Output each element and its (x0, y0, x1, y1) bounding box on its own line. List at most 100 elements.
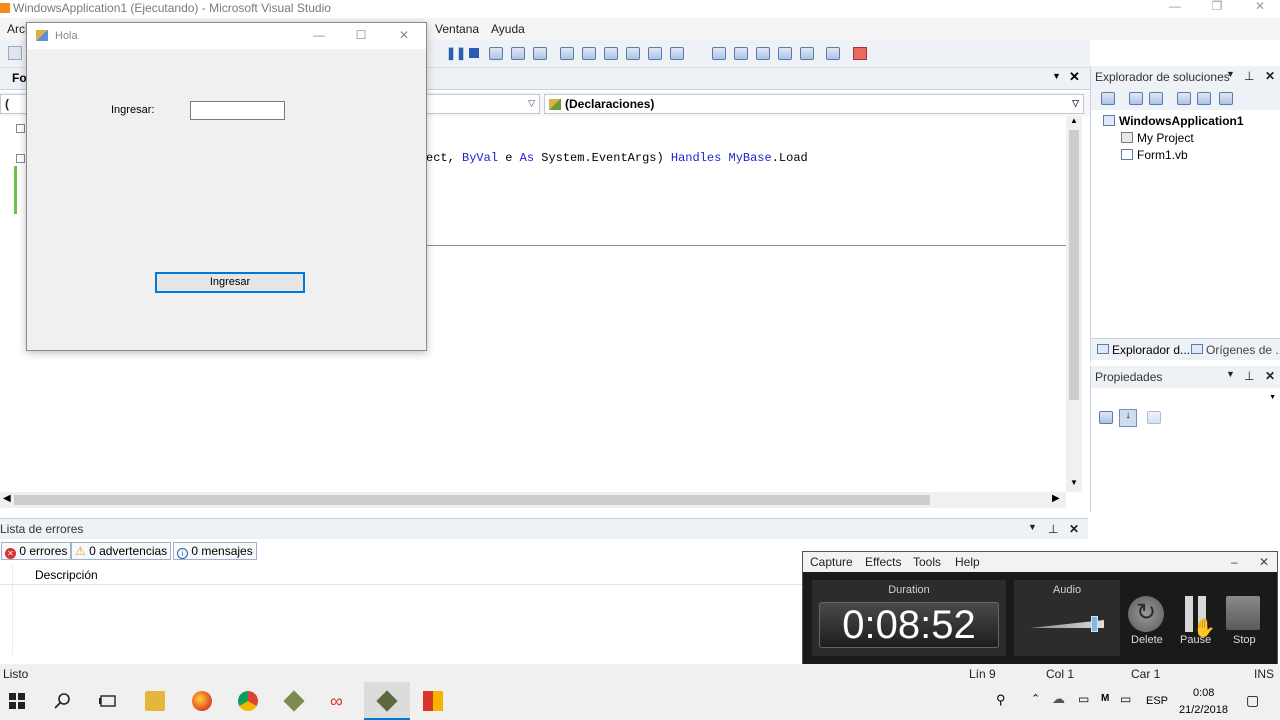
delete-icon[interactable]: ↻ (1128, 596, 1164, 632)
menu-ayuda[interactable]: Ayuda (491, 22, 525, 36)
tab-data-sources[interactable]: Orígenes de ... (1191, 343, 1280, 357)
pause-debug-icon[interactable]: ❚❚ (446, 46, 466, 60)
scroll-left-icon[interactable]: ◀ (3, 493, 11, 504)
menu-archivo[interactable]: Arcl (7, 22, 28, 36)
editor-vertical-scrollbar[interactable]: ▲ ▼ (1066, 116, 1082, 492)
task-view-icon[interactable] (98, 691, 118, 711)
scroll-down-icon[interactable]: ▼ (1070, 478, 1078, 487)
outline-collapse-icon[interactable] (16, 154, 25, 163)
toolbar-icon[interactable] (756, 47, 770, 60)
people-icon[interactable]: ⚲ (996, 692, 1006, 708)
stop-icon[interactable] (1226, 596, 1260, 630)
restore-button[interactable]: ❐ (1202, 0, 1232, 14)
toolbar-icon[interactable] (582, 47, 596, 60)
toolbar-icon[interactable] (511, 47, 525, 60)
ingresar-button[interactable]: Ingresar (155, 272, 305, 293)
close-button[interactable]: ✕ (1245, 0, 1275, 14)
method-name-combo[interactable]: (Declaraciones) ▽ (544, 94, 1084, 114)
outline-collapse-icon[interactable] (16, 124, 25, 133)
scroll-right-icon[interactable]: ▶ (1052, 493, 1060, 504)
pin-icon[interactable]: ⊥ (1244, 369, 1254, 383)
toolbar-icon[interactable] (778, 47, 792, 60)
toolbar-icon[interactable] (1129, 92, 1143, 105)
clock-time[interactable]: 0:08 (1193, 687, 1214, 699)
toolbar-icon[interactable] (734, 47, 748, 60)
recorder-close-button[interactable]: ✕ (1259, 555, 1269, 569)
toolbar-icon[interactable] (712, 47, 726, 60)
properties-object-selector[interactable]: ▼ (1091, 388, 1280, 406)
toolbar-icon[interactable] (533, 47, 547, 60)
battery-icon[interactable]: ▭ (1120, 692, 1131, 706)
toolbar-icon[interactable] (670, 47, 684, 60)
close-panel-icon[interactable]: ✕ (1265, 369, 1275, 383)
ingresar-textbox[interactable] (190, 101, 285, 120)
close-panel-icon[interactable]: ✕ (1265, 69, 1275, 83)
alphabetical-icon[interactable]: ↓ (1119, 409, 1137, 427)
pin-icon[interactable]: ⊥ (1244, 69, 1254, 83)
toolbar-icon[interactable] (1219, 92, 1233, 105)
tab-solution-explorer[interactable]: Explorador d... (1097, 343, 1190, 357)
column-description[interactable]: Descripción (35, 568, 98, 582)
firefox-icon[interactable] (192, 691, 212, 711)
menu-ventana[interactable]: Ventana (435, 22, 479, 36)
scroll-thumb[interactable] (14, 495, 930, 505)
toolbar-icon[interactable] (1101, 92, 1115, 105)
recorder-minimize-button[interactable]: – (1231, 555, 1238, 569)
toolbar-icon[interactable] (1197, 92, 1211, 105)
stop-debug-icon[interactable] (469, 48, 479, 58)
panel-dropdown-icon[interactable]: ▼ (1028, 522, 1037, 532)
form-close-button[interactable]: ✕ (391, 28, 417, 46)
app-icon[interactable] (423, 691, 443, 711)
start-button[interactable] (7, 691, 27, 711)
pin-icon[interactable]: ⊥ (1048, 522, 1058, 536)
panel-dropdown-icon[interactable]: ▼ (1226, 369, 1235, 379)
messages-filter-button[interactable]: i 0 mensajes (173, 542, 257, 560)
categorized-icon[interactable] (1099, 411, 1113, 424)
editor-horizontal-scrollbar[interactable]: ◀ ▶ (0, 492, 1066, 508)
file-explorer-icon[interactable] (145, 691, 165, 711)
recorder-menu-tools[interactable]: Tools (913, 555, 941, 569)
toolbar-icon[interactable] (604, 47, 618, 60)
show-hidden-icons[interactable]: ⌃ (1031, 692, 1040, 705)
errors-filter-button[interactable]: ✕ 0 errores (1, 542, 72, 560)
clock-date[interactable]: 21/2/2018 (1179, 704, 1228, 716)
network-icon[interactable]: ▭ (1078, 692, 1089, 706)
panel-dropdown-icon[interactable]: ▼ (1226, 69, 1235, 79)
toolbar-icon[interactable] (1149, 92, 1163, 105)
delete-label[interactable]: Delete (1131, 634, 1163, 646)
search-icon[interactable] (53, 691, 73, 711)
mail-icon[interactable]: M (1101, 693, 1109, 704)
close-doc-icon[interactable]: ✕ (1069, 69, 1080, 85)
form-maximize-button[interactable]: ☐ (348, 28, 374, 46)
property-pages-icon[interactable] (1147, 411, 1161, 424)
stop-label[interactable]: Stop (1233, 634, 1256, 646)
app-icon[interactable]: ∞ (330, 691, 350, 711)
tree-item-my-project[interactable]: My Project (1121, 131, 1194, 145)
toolbar-icon[interactable] (826, 47, 840, 60)
pause-icon[interactable] (1185, 596, 1193, 632)
recorder-menu-help[interactable]: Help (955, 555, 980, 569)
toolbar-icon[interactable] (489, 47, 503, 60)
app-icon[interactable] (283, 690, 305, 712)
warnings-filter-button[interactable]: ⚠ 0 advertencias (71, 542, 172, 560)
chrome-icon[interactable] (238, 691, 258, 711)
tab-dropdown-icon[interactable]: ▼ (1052, 71, 1061, 81)
form-minimize-button[interactable]: — (306, 28, 332, 46)
audio-slider-knob[interactable] (1090, 616, 1098, 632)
scroll-up-icon[interactable]: ▲ (1070, 116, 1078, 125)
toolbar-icon[interactable] (648, 47, 662, 60)
toolbar-icon[interactable] (800, 47, 814, 60)
toolbar-icon[interactable] (560, 47, 574, 60)
recorder-menu-capture[interactable]: Capture (810, 555, 853, 569)
toolbar-icon[interactable] (626, 47, 640, 60)
toolbar-dropdown-icon[interactable] (853, 47, 867, 60)
toolbar-icon[interactable] (1177, 92, 1191, 105)
notifications-icon[interactable]: ▢ (1246, 692, 1259, 709)
input-language[interactable]: ESP (1146, 695, 1168, 707)
minimize-button[interactable]: — (1160, 0, 1190, 14)
recorder-menu-effects[interactable]: Effects (865, 555, 901, 569)
toolbar-icon[interactable] (8, 46, 22, 60)
tree-item-project[interactable]: WindowsApplication1 (1103, 114, 1244, 128)
close-panel-icon[interactable]: ✕ (1069, 522, 1079, 536)
cloud-icon[interactable]: ☁ (1052, 691, 1065, 707)
